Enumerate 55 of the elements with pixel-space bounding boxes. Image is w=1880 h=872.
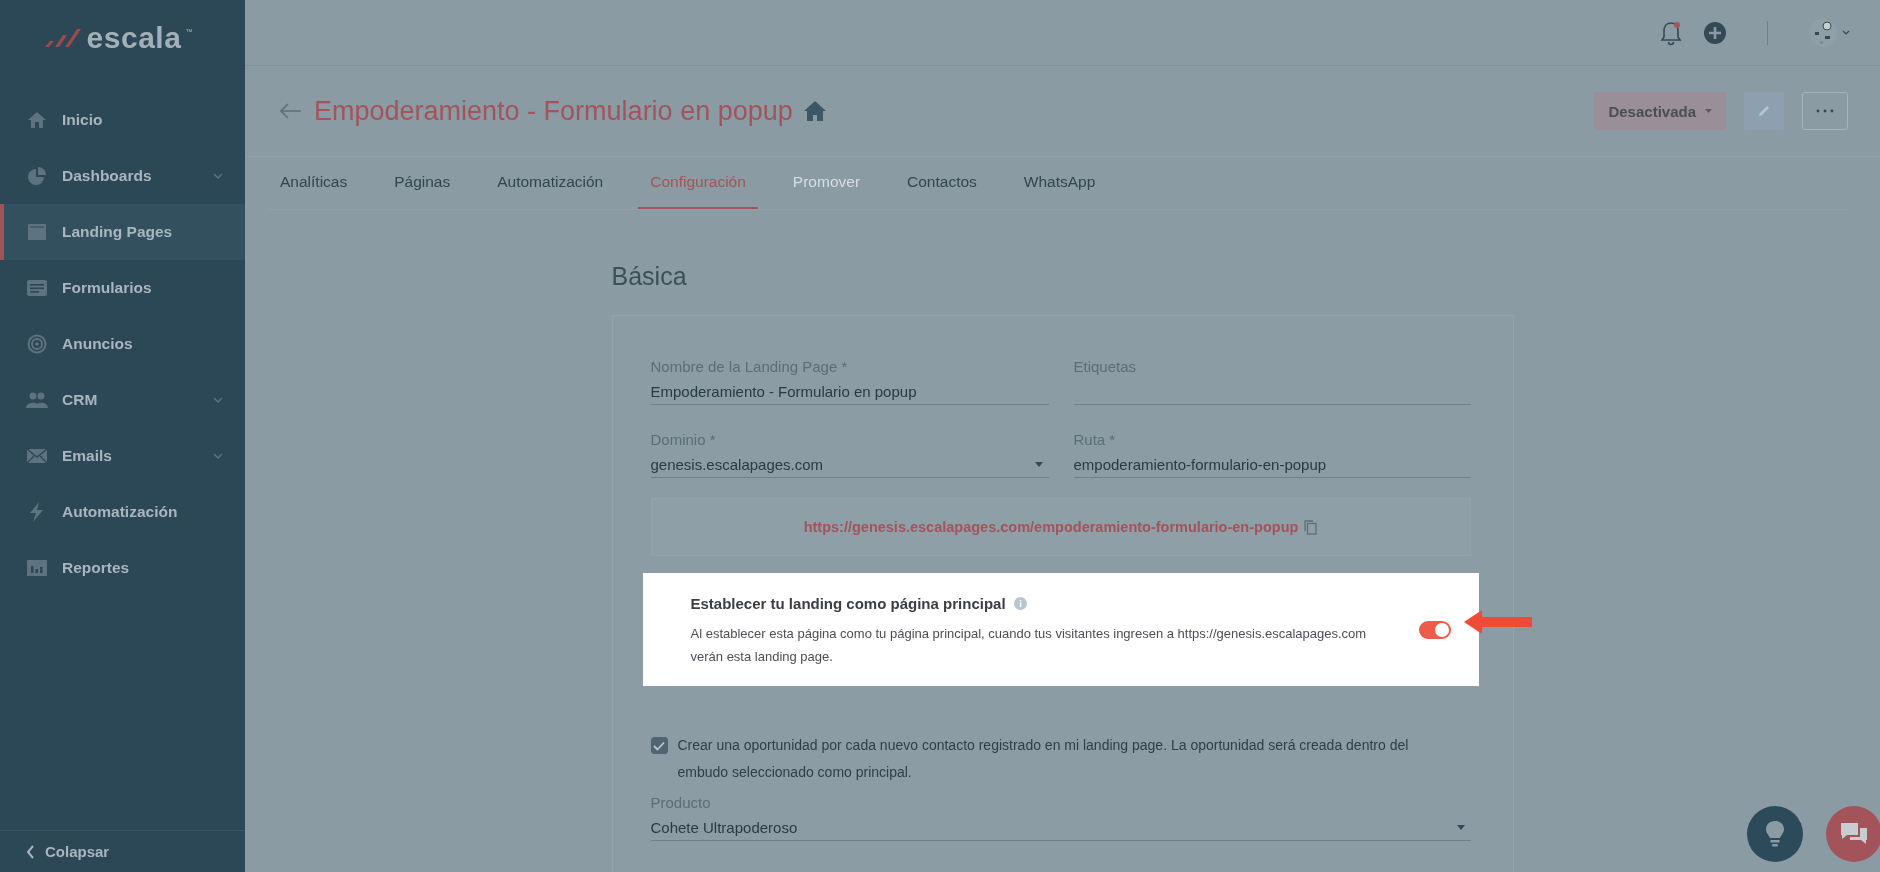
envelope-icon xyxy=(26,446,48,466)
tab[interactable]: Automatización xyxy=(485,157,616,209)
setting-title: Establecer tu landing como página principal xyxy=(690,595,1006,612)
chevron-left-icon xyxy=(26,844,35,859)
lightbulb-button[interactable] xyxy=(1747,806,1803,862)
sidebar-item[interactable]: Landing Pages xyxy=(0,204,245,260)
home-icon xyxy=(802,100,827,122)
pointer-arrow xyxy=(1463,609,1534,635)
target-icon xyxy=(26,334,48,354)
bar-chart-icon xyxy=(26,558,48,578)
back-arrow-icon[interactable] xyxy=(280,103,302,119)
tab[interactable]: Contactos xyxy=(895,157,989,209)
more-options-button[interactable] xyxy=(1802,92,1848,130)
sidebar-item[interactable]: Reportes xyxy=(0,540,245,596)
toggle-switch[interactable] xyxy=(1418,620,1451,639)
chat-bubbles-icon xyxy=(1839,821,1869,847)
logo-text: escala xyxy=(86,21,182,55)
section-title: Básica xyxy=(611,262,688,291)
dropdown-field[interactable]: genesis.escalapages.com xyxy=(650,452,1049,478)
caret-icon xyxy=(1705,109,1712,113)
sidebar-item[interactable]: Automatización xyxy=(0,484,245,540)
pencil-icon xyxy=(1757,104,1771,118)
pie-chart-icon xyxy=(26,166,48,186)
home-icon xyxy=(26,110,48,130)
add-icon[interactable] xyxy=(1703,20,1727,45)
chevron-down-icon xyxy=(1842,30,1850,35)
people-icon xyxy=(26,390,48,410)
page-title: Empoderamiento - Formulario en popup xyxy=(314,95,793,127)
form-icon xyxy=(26,278,48,298)
text-field[interactable]: Empoderamiento - Formulario en popup xyxy=(650,379,1049,405)
lightbulb-icon xyxy=(1765,820,1785,848)
text-field[interactable]: empoderamiento-formulario-en-popup xyxy=(1073,452,1471,478)
setting-description: Al establecer esta página como tu página principal, cuando tus visitantes ingresen a https://genesis.escalapages.com verán esta landing page. xyxy=(690,625,1368,666)
dropdown-field[interactable]: Cohete Ultrapoderoso xyxy=(650,815,1471,841)
sidebar-item[interactable]: CRM xyxy=(0,372,245,428)
checkbox[interactable] xyxy=(650,737,668,754)
chat-button[interactable] xyxy=(1826,806,1880,862)
sidebar-item[interactable]: Anuncios xyxy=(0,316,245,372)
tab[interactable]: Analíticas xyxy=(268,157,360,209)
sidebar-item[interactable]: Formularios xyxy=(0,260,245,316)
status-dropdown-button[interactable]: Desactivada xyxy=(1594,92,1726,130)
sidebar-item[interactable]: Inicio xyxy=(0,92,245,148)
tab[interactable]: Páginas xyxy=(382,157,463,209)
tab[interactable]: WhatsApp xyxy=(1011,157,1108,209)
logo-slashes-icon xyxy=(42,27,83,49)
more-dots-icon xyxy=(1816,109,1834,113)
sidebar-item[interactable]: Dashboards xyxy=(0,148,245,204)
notifications-bell-icon[interactable] xyxy=(1659,19,1683,46)
browser-window-icon xyxy=(26,222,48,242)
caret-icon xyxy=(1034,462,1043,467)
caret-icon xyxy=(1456,825,1465,830)
checkbox-label: Crear una oportunidad por cada nuevo contacto registrado en mi landing page. La oportunidad será creada dentro del embudo seleccionado como principal. xyxy=(677,736,1410,782)
sidebar-item[interactable]: Emails xyxy=(0,428,245,484)
info-icon xyxy=(1013,597,1027,610)
copy-icon[interactable] xyxy=(1304,519,1318,535)
